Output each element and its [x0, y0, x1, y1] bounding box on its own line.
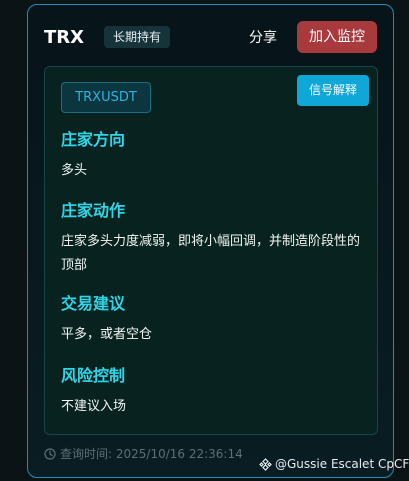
signal-explain-button[interactable]: 信号解释: [297, 75, 369, 106]
binance-logo-icon: [259, 457, 272, 471]
section-title: 风险控制: [61, 366, 126, 385]
section-body: 平多，或者空仓: [61, 327, 153, 342]
watermark: @Gussie Escalet CpCF: [259, 456, 409, 472]
section-title: 庄家动作: [61, 201, 126, 220]
signal-card: TRX 长期持有 分享 加入监控 TRXUSDT 信号解释 庄家方向 多头 庄家…: [27, 4, 394, 478]
signal-panel: TRXUSDT 信号解释 庄家方向 多头 庄家动作 庄家多头力度减弱，即将小幅回…: [44, 66, 378, 435]
share-button[interactable]: 分享: [249, 25, 277, 51]
section-action: 庄家动作 庄家多头力度减弱，即将小幅回调，并制造阶段性的顶部: [61, 200, 361, 278]
section-risk: 风险控制 不建议入场: [61, 365, 361, 419]
pair-tag: TRXUSDT: [61, 82, 151, 113]
section-advice: 交易建议 平多，或者空仓: [61, 293, 361, 347]
section-body: 多头: [61, 163, 88, 178]
symbol-title: TRX: [44, 27, 85, 48]
hold-badge: 长期持有: [104, 26, 171, 48]
section-title: 交易建议: [61, 294, 126, 313]
query-time-text: 查询时间: 2025/10/16 22:36:14: [60, 447, 243, 461]
card-header: TRX 长期持有 分享 加入监控: [44, 21, 377, 53]
section-direction: 庄家方向 多头: [61, 129, 361, 183]
clock-icon: [44, 448, 56, 460]
watermark-text: @Gussie Escalet CpCF: [275, 457, 409, 471]
section-body: 庄家多头力度减弱，即将小幅回调，并制造阶段性的顶部: [61, 234, 361, 273]
add-watch-button[interactable]: 加入监控: [297, 21, 377, 53]
section-body: 不建议入场: [61, 399, 127, 414]
section-title: 庄家方向: [61, 130, 126, 149]
query-time: 查询时间: 2025/10/16 22:36:14: [44, 446, 243, 462]
